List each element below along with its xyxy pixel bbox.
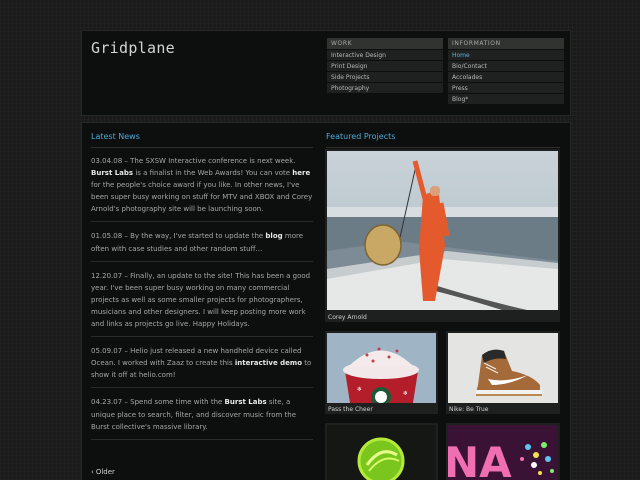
news-text: The SXSW Interactive conference is next … bbox=[130, 157, 296, 165]
project-thumbnail: ❄ ❄ bbox=[327, 333, 436, 403]
news-text: is a finalist in the Web Awards! You can… bbox=[133, 169, 293, 178]
news-date: 05.09.07 bbox=[91, 347, 123, 356]
nav-item-press[interactable]: Press bbox=[448, 83, 564, 94]
coffee-cup-photo: ❄ ❄ bbox=[327, 333, 436, 403]
vote-here-link[interactable]: here bbox=[292, 169, 310, 177]
svg-text:❄: ❄ bbox=[357, 386, 362, 393]
news-item: 01.05.08 – By the way, I've started to u… bbox=[91, 230, 313, 262]
svg-text:❄: ❄ bbox=[403, 390, 408, 397]
news-date: 04.23.07 bbox=[91, 398, 123, 407]
project-thumbnail: NA bbox=[448, 425, 558, 480]
news-item: 03.04.08 – The SXSW Interactive conferen… bbox=[91, 155, 313, 223]
news-date: 12.20.07 bbox=[91, 271, 123, 280]
burst-labs-link[interactable]: Burst Labs bbox=[225, 398, 267, 406]
featured-divider bbox=[326, 147, 560, 148]
nav-item-photography[interactable]: Photography bbox=[327, 83, 443, 94]
svg-text:NA: NA bbox=[448, 438, 512, 480]
nav-item-print-design[interactable]: Print Design bbox=[327, 61, 443, 72]
news-item: 04.23.07 – Spend some time with the Burs… bbox=[91, 396, 313, 440]
older-posts-link[interactable]: ‹ Older bbox=[91, 468, 115, 476]
news-separator: – bbox=[122, 398, 131, 407]
sneaker-photo bbox=[448, 333, 558, 403]
work-menu-heading: WORK bbox=[327, 38, 443, 49]
news-item: 12.20.07 – Finally, an update to the sit… bbox=[91, 270, 313, 338]
project-nike-be-true[interactable]: Nike: Be True bbox=[446, 331, 560, 414]
news-divider bbox=[91, 147, 313, 148]
information-menu: INFORMATION Home Bio/Contact Accolades P… bbox=[448, 38, 564, 105]
nav-item-home[interactable]: Home bbox=[448, 50, 564, 61]
nav-item-bio-contact[interactable]: Bio/Contact bbox=[448, 61, 564, 72]
fisherman-photo bbox=[327, 151, 558, 310]
project-thumbnail bbox=[448, 333, 558, 403]
news-text: Spend some time with the bbox=[130, 398, 225, 407]
news-date: 03.04.08 bbox=[91, 157, 123, 165]
burst-labs-link[interactable]: Burst Labs bbox=[91, 169, 133, 177]
nav-item-accolades[interactable]: Accolades bbox=[448, 72, 564, 83]
news-separator: – bbox=[122, 157, 131, 165]
project-pass-the-cheer[interactable]: ❄ ❄ Pass the Cheer bbox=[325, 331, 438, 414]
project-thumbnail bbox=[327, 151, 558, 310]
featured-projects-heading: Featured Projects bbox=[326, 132, 396, 141]
nav-item-interactive-design[interactable]: Interactive Design bbox=[327, 50, 443, 61]
na-graphic-image: NA bbox=[448, 425, 558, 480]
green-orb-image bbox=[327, 425, 436, 480]
project-na-graphic[interactable]: NA bbox=[446, 423, 560, 480]
work-menu: WORK Interactive Design Print Design Sid… bbox=[327, 38, 443, 94]
blog-link[interactable]: blog bbox=[265, 232, 282, 240]
project-thumbnail bbox=[327, 425, 436, 480]
site-logo[interactable]: Gridplane bbox=[91, 39, 175, 57]
interactive-demo-link[interactable]: interactive demo bbox=[235, 359, 302, 367]
chevron-left-icon: ‹ bbox=[91, 468, 94, 476]
news-separator: – bbox=[122, 347, 131, 356]
project-green-orb[interactable] bbox=[325, 423, 438, 480]
project-caption: Nike: Be True bbox=[449, 406, 489, 413]
latest-news-heading: Latest News bbox=[91, 132, 140, 141]
project-corey-arnold[interactable]: Corey Arnold bbox=[325, 149, 560, 322]
project-caption: Pass the Cheer bbox=[328, 406, 373, 413]
news-date: 01.05.08 bbox=[91, 232, 123, 241]
nav-item-side-projects[interactable]: Side Projects bbox=[327, 72, 443, 83]
information-menu-heading: INFORMATION bbox=[448, 38, 564, 49]
news-text: By the way, I've started to update the bbox=[130, 232, 266, 241]
main-content: Latest News Featured Projects 03.04.08 –… bbox=[81, 122, 571, 480]
news-text: Finally, an update to the site! This has… bbox=[91, 271, 311, 329]
news-separator: – bbox=[122, 271, 131, 280]
nav-item-blog[interactable]: Blog* bbox=[448, 94, 564, 105]
site-header: Gridplane WORK Interactive Design Print … bbox=[81, 30, 571, 116]
news-text: for the people's choice award if you lik… bbox=[91, 181, 313, 214]
news-list: 03.04.08 – The SXSW Interactive conferen… bbox=[91, 155, 313, 448]
project-caption: Corey Arnold bbox=[328, 314, 367, 321]
news-separator: – bbox=[122, 232, 131, 241]
older-label: Older bbox=[95, 468, 115, 476]
news-item: 05.09.07 – Helio just released a new han… bbox=[91, 345, 313, 389]
